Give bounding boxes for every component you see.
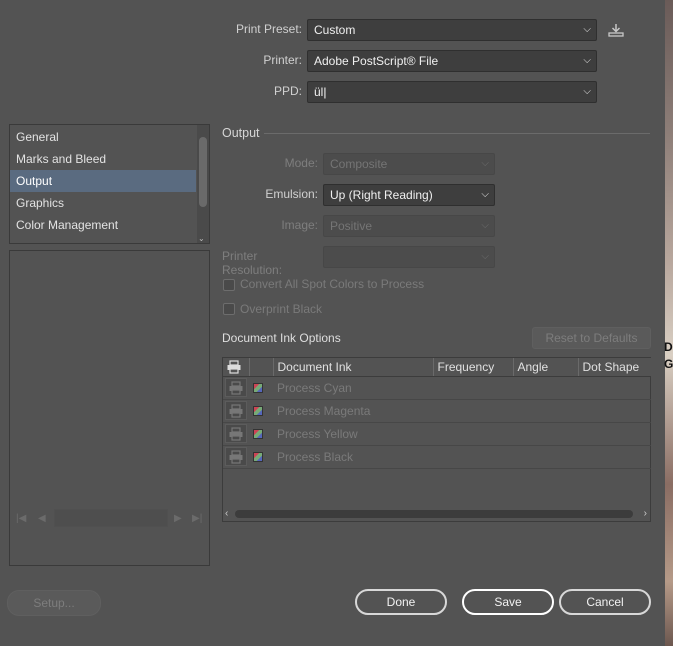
overprint-black-checkbox[interactable]	[223, 303, 235, 315]
chevron-down-icon: ⌵	[481, 158, 489, 169]
cancel-button[interactable]: Cancel	[559, 589, 651, 615]
ink-row[interactable]: Process Black	[223, 445, 651, 469]
mode-dropdown[interactable]: Composite ⌵	[323, 153, 495, 175]
section-divider	[264, 133, 650, 134]
print-preset-label: Print Preset:	[235, 22, 302, 36]
previous-page-icon[interactable]: ◀	[38, 513, 46, 524]
column-angle[interactable]: Angle	[513, 358, 579, 377]
process-swatch-icon	[253, 452, 263, 463]
setup-button[interactable]: Setup...	[7, 590, 101, 616]
category-list[interactable]: General Marks and Bleed Output Graphics …	[9, 124, 210, 244]
swatch-column-header	[249, 358, 274, 377]
done-button[interactable]: Done	[355, 589, 447, 615]
ink-table-hscrollbar[interactable]: ‹ ›	[223, 507, 650, 521]
printer-icon	[227, 360, 241, 374]
printer-dropdown[interactable]: Adobe PostScript® File ⌵	[307, 50, 597, 72]
mode-value: Composite	[330, 157, 388, 171]
output-section-title: Output	[222, 126, 260, 140]
scroll-thumb[interactable]	[199, 137, 207, 207]
image-dropdown[interactable]: Positive ⌵	[323, 215, 495, 237]
process-swatch-icon	[253, 383, 263, 394]
convert-spot-label: Convert All Spot Colors to Process	[240, 277, 425, 291]
scroll-right-arrow-icon[interactable]: ›	[644, 508, 647, 519]
print-toggle-icon[interactable]	[225, 401, 247, 420]
ink-table-container: Document Ink Frequency Angle Dot Shape P…	[222, 357, 651, 522]
reset-to-defaults-button[interactable]: Reset to Defaults	[532, 327, 651, 349]
background-text-d: D	[664, 340, 673, 354]
emulsion-dropdown[interactable]: Up (Right Reading) ⌵	[323, 184, 495, 206]
first-page-icon[interactable]: |◀	[16, 513, 26, 524]
category-scrollbar[interactable]: ⌄	[197, 125, 209, 243]
printer-label: Printer:	[263, 53, 302, 67]
printer-resolution-dropdown[interactable]: ⌵	[323, 246, 495, 268]
last-page-icon[interactable]: ▶|	[192, 513, 202, 524]
ink-name: Process Magenta	[273, 399, 433, 423]
ink-name: Process Cyan	[273, 376, 433, 400]
background-text-g: G	[664, 357, 673, 371]
chevron-down-icon: ⌵	[583, 55, 591, 66]
category-partial-item[interactable]: ·· · ·· ··	[10, 236, 209, 243]
emulsion-value: Up (Right Reading)	[330, 188, 433, 202]
print-column-header[interactable]	[223, 358, 250, 377]
category-color-management[interactable]: Color Management	[10, 214, 209, 236]
convert-spot-checkbox[interactable]	[223, 279, 235, 291]
print-toggle-icon[interactable]	[225, 424, 247, 443]
category-general[interactable]: General	[10, 126, 209, 148]
background-artwork-strip	[665, 0, 673, 646]
hscroll-thumb[interactable]	[235, 510, 633, 518]
ink-row[interactable]: Process Magenta	[223, 399, 651, 423]
print-toggle-icon[interactable]	[225, 447, 247, 466]
category-marks-and-bleed[interactable]: Marks and Bleed	[10, 148, 209, 170]
next-page-icon[interactable]: ▶	[174, 513, 182, 524]
mode-label: Mode:	[284, 156, 318, 170]
printer-value: Adobe PostScript® File	[314, 54, 439, 68]
column-document-ink[interactable]: Document Ink	[273, 358, 434, 377]
ink-options-title: Document Ink Options	[222, 331, 341, 345]
image-value: Positive	[330, 219, 373, 233]
ppd-label: PPD:	[273, 84, 302, 98]
ink-row[interactable]: Process Yellow	[223, 422, 651, 446]
column-dot-shape[interactable]: Dot Shape	[578, 358, 651, 377]
chevron-down-icon: ⌵	[481, 220, 489, 231]
print-preset-dropdown[interactable]: Custom ⌵	[307, 19, 597, 41]
ink-table: Document Ink Frequency Angle Dot Shape P…	[223, 358, 651, 469]
save-button[interactable]: Save	[462, 589, 554, 615]
chevron-down-icon: ⌵	[481, 189, 489, 200]
chevron-down-icon: ⌵	[583, 86, 591, 97]
scroll-down-arrow-icon[interactable]: ⌄	[198, 234, 205, 243]
printer-resolution-label: Printer Resolution:	[222, 249, 283, 277]
print-toggle-icon[interactable]	[225, 378, 247, 397]
ink-name: Process Black	[273, 445, 433, 469]
preview-panel: |◀ ◀ ▶ ▶|	[9, 250, 210, 566]
chevron-down-icon: ⌵	[583, 24, 591, 35]
process-swatch-icon	[253, 406, 263, 417]
category-output[interactable]: Output	[10, 170, 196, 192]
ink-table-header: Document Ink Frequency Angle Dot Shape	[223, 358, 651, 377]
save-preset-icon[interactable]	[607, 22, 625, 38]
category-graphics[interactable]: Graphics	[10, 192, 209, 214]
emulsion-label: Emulsion:	[265, 187, 318, 201]
scroll-left-arrow-icon[interactable]: ‹	[225, 508, 228, 519]
ppd-dropdown[interactable]: ül| ⌵	[307, 81, 597, 103]
chevron-down-icon: ⌵	[481, 251, 489, 262]
overprint-black-label: Overprint Black	[240, 302, 323, 316]
image-label: Image:	[281, 218, 318, 232]
print-preset-value: Custom	[314, 23, 356, 37]
ink-name: Process Yellow	[273, 422, 433, 446]
page-field[interactable]	[54, 509, 168, 527]
process-swatch-icon	[253, 429, 263, 440]
ink-row[interactable]: Process Cyan	[223, 376, 651, 400]
ppd-value: ül	[314, 85, 324, 99]
column-frequency[interactable]: Frequency	[433, 358, 514, 377]
